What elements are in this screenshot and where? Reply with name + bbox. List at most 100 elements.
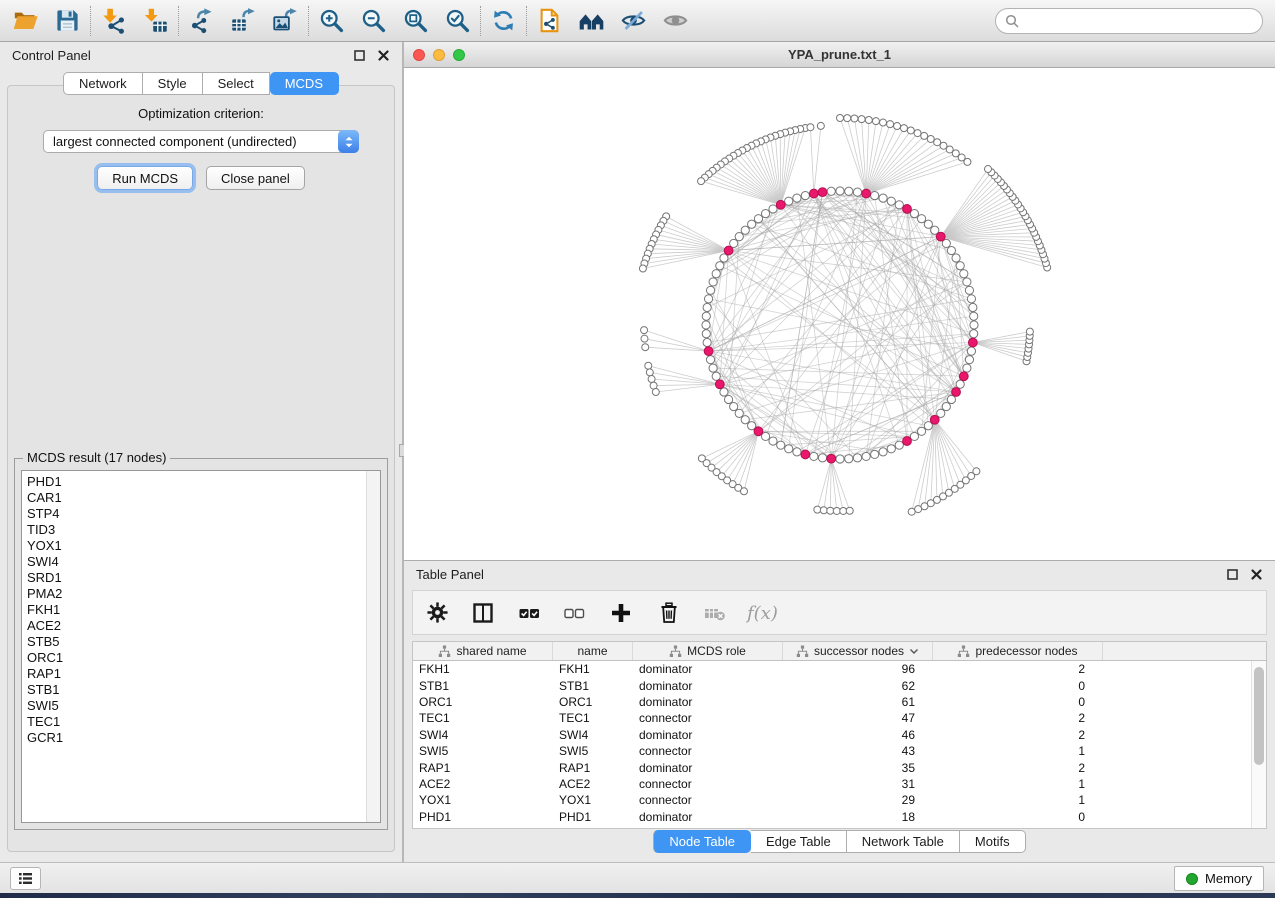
tab-style[interactable]: Style: [143, 72, 203, 95]
table-row[interactable]: STB1STB1dominator620: [413, 677, 1266, 693]
find-network-icon[interactable]: [578, 7, 605, 34]
hide-graphics-details-icon[interactable]: [620, 7, 647, 34]
close-panel-button[interactable]: Close panel: [206, 166, 305, 190]
column-header-successor-nodes[interactable]: successor nodes: [783, 642, 933, 660]
task-history-button[interactable]: [10, 867, 41, 890]
mcds-result-item[interactable]: YOX1: [27, 538, 380, 554]
open-session-icon[interactable]: [12, 7, 39, 34]
import-table-icon[interactable]: [142, 7, 169, 34]
mcds-result-item[interactable]: FKH1: [27, 602, 380, 618]
tab-network-table[interactable]: Network Table: [847, 830, 960, 853]
table-row[interactable]: SWI5SWI5connector431: [413, 743, 1266, 759]
tab-select[interactable]: Select: [203, 72, 270, 95]
mcds-node: [776, 200, 785, 209]
close-panel-icon[interactable]: [1250, 568, 1263, 581]
new-network-file-icon[interactable]: [536, 7, 563, 34]
tab-motifs[interactable]: Motifs: [960, 830, 1026, 853]
tab-edge-table[interactable]: Edge Table: [751, 830, 847, 853]
tab-network[interactable]: Network: [63, 72, 143, 95]
refresh-icon[interactable]: [490, 7, 517, 34]
zoom-out-icon[interactable]: [360, 7, 387, 34]
save-session-icon[interactable]: [54, 7, 81, 34]
float-panel-icon[interactable]: [1226, 568, 1239, 581]
column-header-mcds-role[interactable]: MCDS role: [633, 642, 783, 660]
column-header-predecessor-nodes[interactable]: predecessor nodes: [933, 642, 1103, 660]
network-node: [887, 121, 894, 128]
run-mcds-button[interactable]: Run MCDS: [97, 166, 193, 190]
table-row[interactable]: YOX1YOX1connector291: [413, 792, 1266, 808]
cell-mcds-role: dominator: [633, 677, 783, 693]
list-scrollbar[interactable]: [366, 471, 380, 822]
tab-node-table[interactable]: Node Table: [653, 830, 751, 853]
mcds-result-item[interactable]: SRD1: [27, 570, 380, 586]
network-node: [741, 488, 748, 495]
mcds-result-item[interactable]: ACE2: [27, 618, 380, 634]
export-table-icon[interactable]: [230, 7, 257, 34]
network-canvas[interactable]: [404, 68, 1275, 560]
table-scrollbar[interactable]: [1251, 661, 1266, 828]
network-node: [706, 286, 714, 294]
network-node: [720, 254, 728, 262]
zoom-in-icon[interactable]: [318, 7, 345, 34]
window-close-icon[interactable]: [413, 49, 425, 61]
mcds-result-item[interactable]: STB1: [27, 682, 380, 698]
mcds-result-item[interactable]: TID3: [27, 522, 380, 538]
mcds-result-item[interactable]: PHD1: [27, 474, 380, 490]
optimization-select[interactable]: largest connected component (undirected): [43, 130, 359, 153]
cell-mcds-role: connector: [633, 792, 783, 808]
deselect-all-icon[interactable]: [562, 601, 587, 625]
zoom-fit-icon[interactable]: [402, 7, 429, 34]
delete-column-icon[interactable]: [657, 601, 681, 625]
network-node: [862, 452, 870, 460]
mcds-result-item[interactable]: GCR1: [27, 730, 380, 746]
mcds-result-item[interactable]: CAR1: [27, 490, 380, 506]
mcds-result-item[interactable]: SWI5: [27, 698, 380, 714]
mcds-node: [715, 380, 724, 389]
column-header-shared-name[interactable]: shared name: [413, 642, 553, 660]
show-column-icon[interactable]: [471, 601, 495, 625]
zoom-selected-icon[interactable]: [444, 7, 471, 34]
select-all-icon[interactable]: [517, 601, 542, 625]
table-row[interactable]: RAP1RAP1dominator352: [413, 759, 1266, 775]
cell-successor-nodes: 35: [783, 759, 933, 775]
network-node: [641, 335, 648, 342]
table-row[interactable]: SWI4SWI4dominator462: [413, 727, 1266, 743]
cell-predecessor-nodes: 0: [933, 677, 1103, 693]
mcds-result-item[interactable]: ORC1: [27, 650, 380, 666]
mcds-result-item[interactable]: SWI4: [27, 554, 380, 570]
cell-successor-nodes: 61: [783, 694, 933, 710]
add-column-icon[interactable]: [609, 601, 633, 625]
table-panel-title: Table Panel: [416, 567, 484, 582]
table-panel-header: Table Panel: [404, 561, 1275, 587]
export-network-icon[interactable]: [188, 7, 215, 34]
table-options-gear-icon[interactable]: [426, 601, 449, 624]
search-input[interactable]: [1024, 14, 1253, 28]
float-panel-icon[interactable]: [353, 49, 366, 62]
scrollbar-thumb[interactable]: [1254, 667, 1264, 765]
mcds-result-item[interactable]: STB5: [27, 634, 380, 650]
table-row[interactable]: ACE2ACE2connector311: [413, 776, 1266, 792]
mcds-result-item[interactable]: PMA2: [27, 586, 380, 602]
table-row[interactable]: FKH1FKH1dominator962: [413, 661, 1266, 677]
table-row[interactable]: TEC1TEC1connector472: [413, 710, 1266, 726]
table-row[interactable]: ORC1ORC1dominator610: [413, 694, 1266, 710]
table-row[interactable]: PHD1PHD1dominator180: [413, 809, 1266, 825]
show-graphics-details-icon[interactable]: [662, 7, 689, 34]
mcds-result-item[interactable]: STP4: [27, 506, 380, 522]
network-node: [720, 388, 728, 396]
close-panel-icon[interactable]: [377, 49, 390, 62]
tab-mcds[interactable]: MCDS: [270, 72, 339, 95]
window-minimize-icon[interactable]: [433, 49, 445, 61]
cell-mcds-role: dominator: [633, 809, 783, 825]
network-node: [895, 201, 903, 209]
import-network-icon[interactable]: [100, 7, 127, 34]
network-node: [871, 191, 879, 199]
memory-button[interactable]: Memory: [1174, 866, 1264, 891]
network-node: [872, 118, 879, 125]
export-image-icon[interactable]: [272, 7, 299, 34]
mcds-result-item[interactable]: TEC1: [27, 714, 380, 730]
mcds-result-item[interactable]: RAP1: [27, 666, 380, 682]
network-node: [827, 187, 835, 195]
window-maximize-icon[interactable]: [453, 49, 465, 61]
column-header-name[interactable]: name: [553, 642, 633, 660]
